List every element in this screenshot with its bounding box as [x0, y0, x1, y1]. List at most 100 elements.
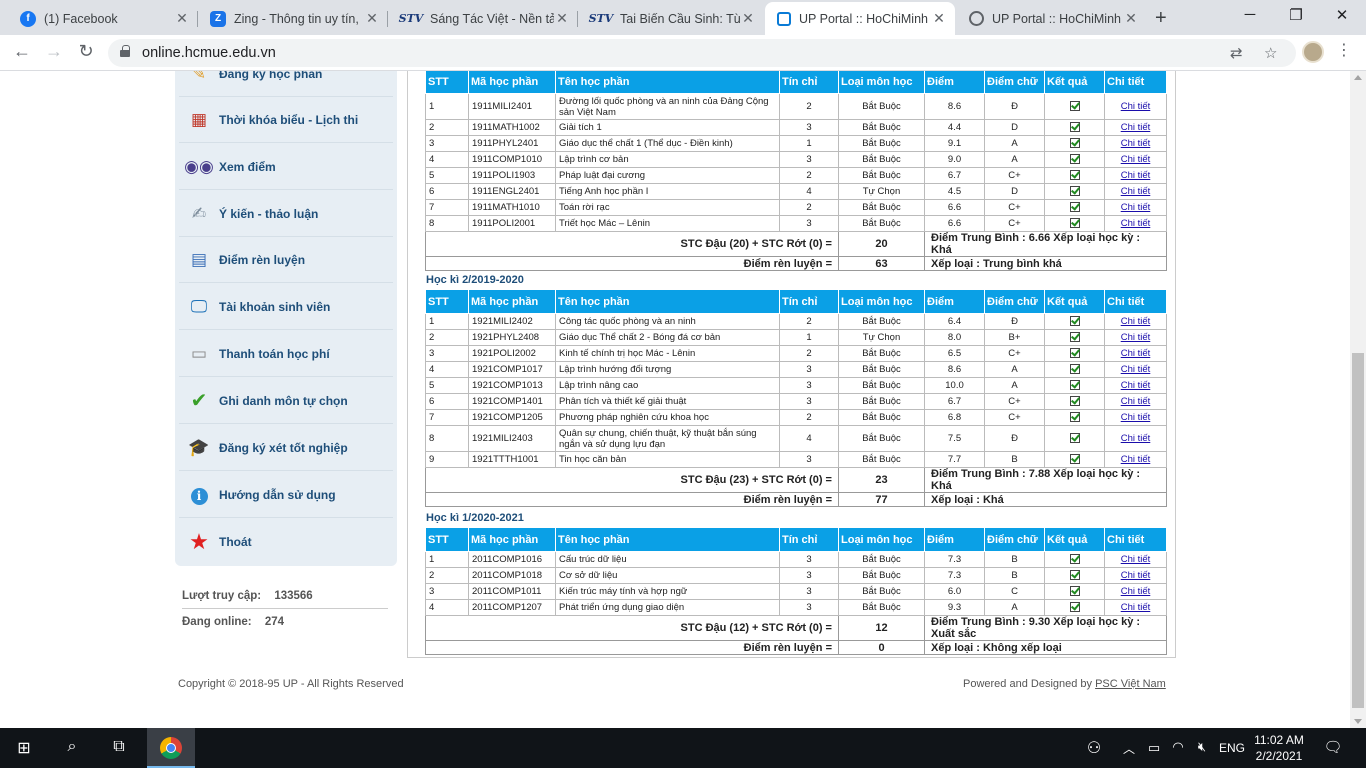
close-tab-icon[interactable]: ✕	[1123, 10, 1139, 27]
result-checkbox[interactable]	[1069, 396, 1080, 407]
scroll-down-icon[interactable]	[1354, 719, 1362, 724]
detail-link[interactable]: Chi tiết	[1121, 138, 1151, 149]
result-checkbox[interactable]	[1069, 364, 1080, 375]
result-checkbox[interactable]	[1069, 433, 1080, 444]
result-checkbox[interactable]	[1069, 586, 1080, 597]
browser-menu-icon[interactable]: ⋮	[1336, 40, 1352, 60]
detail-link[interactable]: Chi tiết	[1121, 602, 1151, 613]
forward-icon[interactable]: →	[42, 41, 66, 62]
close-tab-icon[interactable]: ✕	[364, 10, 380, 27]
result-checkbox[interactable]	[1069, 154, 1080, 165]
result-checkbox[interactable]	[1069, 202, 1080, 213]
language-indicator[interactable]: ENG	[1219, 741, 1245, 755]
url-text[interactable]: online.hcmue.edu.vn	[142, 45, 276, 61]
close-tab-icon[interactable]: ✕	[174, 10, 190, 27]
result-checkbox[interactable]	[1069, 138, 1080, 149]
sidebar-item-student-account[interactable]: 🖵 Tài khoản sinh viên	[179, 284, 393, 330]
browser-tab[interactable]: STV Sáng Tác Việt - Nền tản ✕	[388, 2, 578, 35]
profile-avatar[interactable]	[1302, 41, 1324, 63]
score: 7.3	[924, 567, 985, 584]
sidebar-item-user-guide[interactable]: i Hướng dẫn sử dụng	[179, 472, 393, 518]
sidebar-item-training-score[interactable]: ▤ Điểm rèn luyện	[179, 237, 393, 283]
browser-tab[interactable]: UP Portal :: HoChiMinh ✕	[957, 2, 1147, 35]
result-checkbox[interactable]	[1069, 412, 1080, 423]
chrome-taskbar-button[interactable]	[147, 728, 195, 768]
translate-icon[interactable]: ⇄	[1230, 44, 1243, 62]
windows-start-icon[interactable]: ⊞	[12, 738, 36, 758]
wifi-icon[interactable]: ◠	[1166, 739, 1190, 755]
star-icon: ★	[189, 529, 209, 554]
address-bar[interactable]: online.hcmue.edu.vn ⇄ ☆	[108, 39, 1296, 67]
detail-link[interactable]: Chi tiết	[1121, 570, 1151, 581]
detail-link[interactable]: Chi tiết	[1121, 586, 1151, 597]
task-view-icon[interactable]: ⧉	[107, 738, 131, 756]
browser-tab[interactable]: f (1) Facebook ✕	[8, 2, 198, 35]
detail-link[interactable]: Chi tiết	[1121, 316, 1151, 327]
detail-link[interactable]: Chi tiết	[1121, 154, 1151, 165]
detail-link[interactable]: Chi tiết	[1121, 348, 1151, 359]
maximize-icon[interactable]: ❐	[1286, 6, 1306, 24]
result-checkbox[interactable]	[1069, 454, 1080, 465]
browser-tab[interactable]: STV Tai Biến Cầu Sinh: Từ Đô ✕	[578, 2, 764, 35]
browser-tab[interactable]: Z Zing - Thông tin uy tín, ✕	[198, 2, 388, 35]
system-clock[interactable]: 11:02 AM 2/2/2021	[1249, 732, 1309, 764]
minimize-icon[interactable]: ─	[1240, 6, 1260, 23]
result-checkbox[interactable]	[1069, 170, 1080, 181]
sidebar-item-graduation[interactable]: 🎓 Đăng ký xét tốt nghiệp	[179, 425, 393, 471]
back-icon[interactable]: ←	[10, 41, 34, 62]
detail-link[interactable]: Chi tiết	[1121, 380, 1151, 391]
page-scrollbar[interactable]	[1350, 71, 1366, 728]
table-row: 1 1921MILI2402 Công tác quốc phòng và an n…	[425, 313, 1167, 330]
detail-link[interactable]: Chi tiết	[1121, 554, 1151, 565]
result-checkbox[interactable]	[1069, 122, 1080, 133]
psc-link[interactable]: PSC Việt Nam	[1095, 678, 1166, 690]
detail-link[interactable]: Chi tiết	[1121, 364, 1151, 375]
sidebar-item-feedback[interactable]: ✍ Ý kiến - thảo luận	[179, 191, 393, 237]
browser-tab-active[interactable]: UP Portal :: HoChiMinh ✕	[765, 2, 955, 35]
notification-icon[interactable]: 🗨︎	[1321, 738, 1345, 756]
result-checkbox[interactable]	[1069, 332, 1080, 343]
result-checkbox[interactable]	[1069, 570, 1080, 581]
result-checkbox[interactable]	[1069, 554, 1080, 565]
sidebar-item-elective-enroll[interactable]: ✔ Ghi danh môn tự chọn	[179, 378, 393, 424]
detail-link[interactable]: Chi tiết	[1121, 202, 1151, 213]
detail-link[interactable]: Chi tiết	[1121, 218, 1151, 229]
battery-icon[interactable]: ▭	[1142, 740, 1166, 756]
result-checkbox[interactable]	[1069, 101, 1080, 112]
result-checkbox[interactable]	[1069, 218, 1080, 229]
detail-link[interactable]: Chi tiết	[1121, 186, 1151, 197]
detail-link[interactable]: Chi tiết	[1121, 122, 1151, 133]
detail-link[interactable]: Chi tiết	[1121, 433, 1151, 444]
volume-muted-icon[interactable]: 🔇︎	[1190, 739, 1214, 755]
search-icon[interactable]: ⌕	[60, 738, 84, 756]
result-checkbox[interactable]	[1069, 380, 1080, 391]
sidebar-item-logout[interactable]: ★ Thoát	[179, 519, 393, 565]
detail-link[interactable]: Chi tiết	[1121, 101, 1151, 112]
reload-icon[interactable]: ↻	[74, 41, 98, 62]
new-tab-icon[interactable]: +	[1155, 7, 1167, 30]
close-tab-icon[interactable]: ✕	[931, 10, 947, 27]
result-checkbox[interactable]	[1069, 186, 1080, 197]
sidebar-item-timetable[interactable]: ▦ Thời khóa biểu - Lịch thi	[179, 97, 393, 143]
detail-link[interactable]: Chi tiết	[1121, 396, 1151, 407]
detail-link[interactable]: Chi tiết	[1121, 412, 1151, 423]
scroll-thumb[interactable]	[1352, 353, 1364, 708]
sidebar-item-view-grades[interactable]: ◉◉ Xem điểm	[179, 144, 393, 190]
result-checkbox[interactable]	[1069, 348, 1080, 359]
close-window-icon[interactable]: ✕	[1332, 6, 1352, 24]
detail-link[interactable]: Chi tiết	[1121, 170, 1151, 181]
result-checkbox[interactable]	[1069, 316, 1080, 327]
close-tab-icon[interactable]: ✕	[740, 10, 756, 27]
people-icon[interactable]: ⚇	[1082, 738, 1106, 758]
course-name: Giáo dục Thể chất 2 - Bóng đá cơ bản	[555, 329, 780, 346]
chevron-up-icon[interactable]: ︿	[1117, 740, 1141, 757]
sidebar-item-pay-tuition[interactable]: ▭ Thanh toán học phí	[179, 331, 393, 377]
result-checkbox[interactable]	[1069, 602, 1080, 613]
detail-link[interactable]: Chi tiết	[1121, 454, 1151, 465]
close-tab-icon[interactable]: ✕	[554, 10, 570, 27]
detail-link[interactable]: Chi tiết	[1121, 332, 1151, 343]
bookmark-star-icon[interactable]: ☆	[1264, 44, 1277, 62]
sidebar-item-register-course[interactable]: ✎ Đăng ký học phần	[179, 71, 393, 97]
credits: 3	[779, 567, 839, 584]
scroll-up-icon[interactable]	[1354, 75, 1362, 80]
